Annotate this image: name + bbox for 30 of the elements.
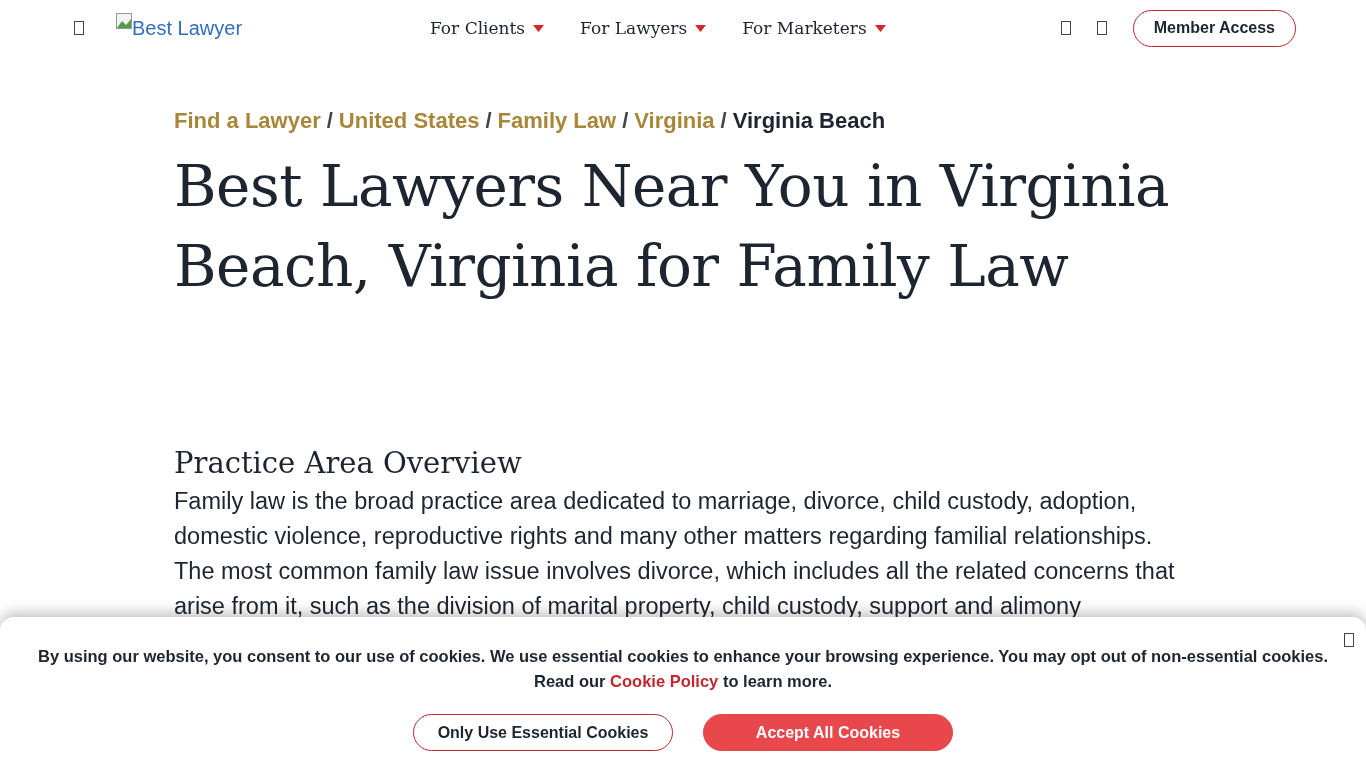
caret-icon (533, 24, 545, 32)
breadcrumb-separator: / (326, 108, 333, 134)
member-access-button[interactable]: Member Access (1132, 9, 1296, 47)
breadcrumb-current: Virginia Beach (732, 108, 886, 134)
square-icon[interactable] (74, 21, 84, 35)
breadcrumb-link[interactable]: Virginia (634, 108, 715, 134)
page-title: Best Lawyers Near You in Virginia Beach, Virginia for Family Law (174, 151, 1171, 302)
essential-cookies-button[interactable]: Only Use Essential Cookies (413, 714, 673, 751)
breadcrumb-separator: / (622, 108, 629, 134)
breadcrumb-link[interactable]: United States (338, 108, 480, 134)
section-heading: Practice Area Overview (174, 446, 523, 480)
cookie-policy-text: Read our Cookie Policy to learn more. (534, 671, 832, 692)
breadcrumb-link[interactable]: Find a Lawyer (174, 108, 321, 134)
broken-image-icon (116, 12, 132, 29)
accept-cookies-button[interactable]: Accept All Cookies (703, 714, 953, 751)
nav-menu[interactable]: For Marketers (742, 18, 886, 38)
square-icon[interactable] (1096, 21, 1107, 35)
logo-link[interactable]: Best Lawyer (116, 16, 243, 40)
breadcrumb-link[interactable]: Family Law (497, 108, 617, 134)
square-icon[interactable] (1060, 21, 1071, 35)
cookie-policy-link[interactable]: Cookie Policy (610, 672, 719, 690)
caret-icon (874, 24, 886, 32)
caret-icon (695, 24, 707, 32)
close-icon[interactable] (1344, 633, 1354, 647)
breadcrumb-separator: / (720, 108, 727, 134)
nav-menu[interactable]: For Clients (430, 18, 545, 38)
cookie-message: By using our website, you consent to our use of cookies. We use essential cookies to enhance your browsing experience. You may opt out of non-essential cookies. (37, 646, 1328, 667)
breadcrumb-separator: / (485, 108, 492, 134)
nav-menu[interactable]: For Lawyers (580, 18, 707, 38)
overview-paragraph: Family law is the broad practice area dedicated to marriage, divorce, child custody, adoption, domestic violence, reproductive rights and many other matters regarding familial relationships. The most common family law issue involves divorce, which includes all the related concerns that arise from it, such as the division of marital property, child custody, support and alimony (174, 487, 1176, 621)
